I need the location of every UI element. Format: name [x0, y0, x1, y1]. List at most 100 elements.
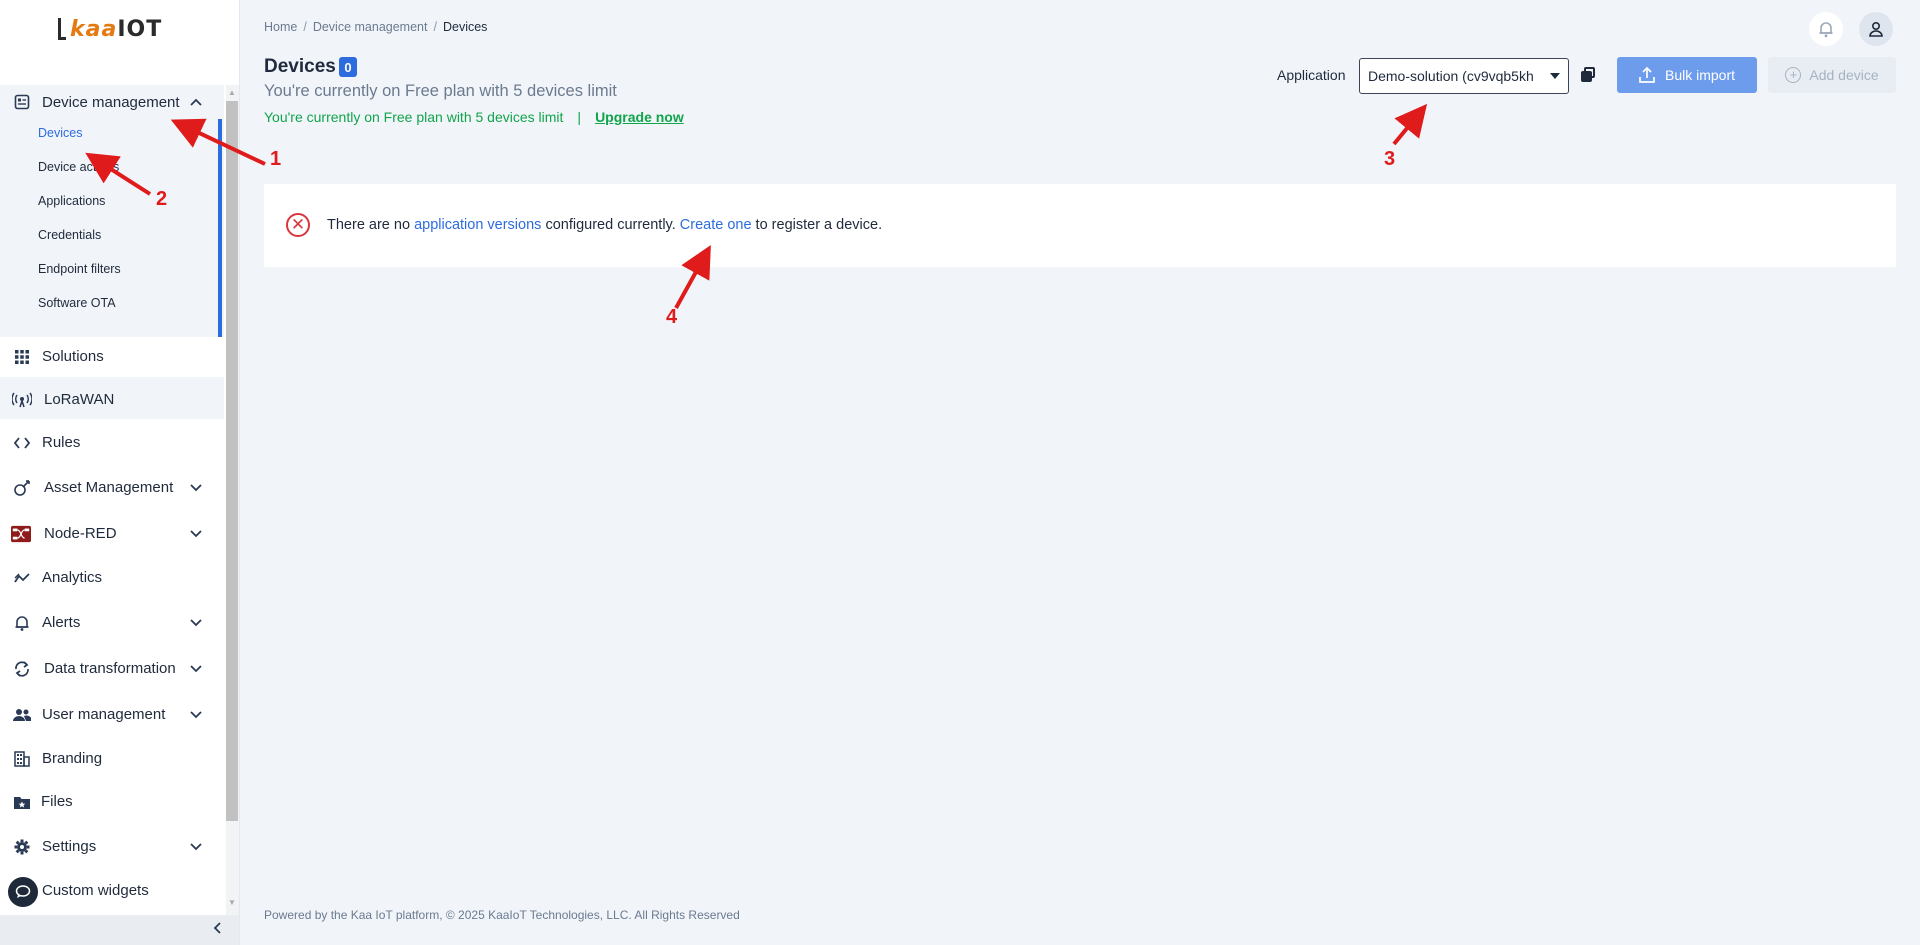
- sidebar-item-label: User management: [42, 706, 166, 723]
- alert-message: There are no application versions config…: [327, 217, 882, 233]
- sidebar-group-device-management[interactable]: Device management: [0, 85, 224, 119]
- alert-text-part: configured currently.: [541, 217, 680, 233]
- sidebar-item-devices[interactable]: Devices: [38, 126, 82, 140]
- scroll-down-icon[interactable]: ▼: [228, 898, 236, 907]
- notifications-button[interactable]: [1809, 12, 1843, 46]
- sidebar-item-settings[interactable]: Settings: [0, 827, 224, 867]
- copy-application-button[interactable]: [1580, 65, 1598, 85]
- application-select[interactable]: Demo-solution (cv9vqb5kh: [1359, 58, 1569, 94]
- sidebar-item-user-management[interactable]: User management: [0, 695, 224, 735]
- analytics-icon: [12, 568, 32, 588]
- breadcrumb-separator: /: [433, 20, 437, 34]
- sidebar-item-credentials[interactable]: Credentials: [38, 228, 101, 242]
- antenna-icon: [12, 390, 32, 410]
- user-menu-button[interactable]: [1859, 12, 1893, 46]
- node-red-icon: [11, 524, 31, 544]
- chevron-down-icon[interactable]: [190, 481, 202, 495]
- sidebar-item-node-red[interactable]: Node-RED: [0, 514, 224, 554]
- sidebar-group-label: Device management: [42, 94, 180, 111]
- plan-notice: You're currently on Free plan with 5 dev…: [264, 109, 684, 125]
- chevron-down-icon[interactable]: [190, 662, 202, 676]
- chevron-down-icon[interactable]: [190, 840, 202, 854]
- add-device-button[interactable]: + Add device: [1768, 57, 1896, 93]
- breadcrumb-separator: /: [303, 20, 307, 34]
- add-device-label: Add device: [1809, 67, 1879, 83]
- error-circle-icon: ✕: [286, 213, 310, 237]
- annotation-number-3: 3: [1384, 148, 1396, 170]
- gear-icon: [12, 837, 32, 857]
- sidebar-divider: [239, 0, 240, 945]
- upgrade-now-link[interactable]: Upgrade now: [595, 109, 684, 125]
- annotation-number-2: 2: [156, 188, 168, 210]
- sidebar-item-label: LoRaWAN: [44, 391, 115, 408]
- sidebar-item-data-transformation[interactable]: Data transformation: [0, 649, 224, 689]
- chevron-up-icon[interactable]: [190, 95, 202, 109]
- sidebar-item-software-ota[interactable]: Software OTA: [38, 296, 116, 310]
- sidebar-item-label: Settings: [42, 838, 97, 855]
- bulk-import-label: Bulk import: [1664, 67, 1736, 83]
- active-group-indicator: [218, 119, 222, 369]
- chevron-down-icon[interactable]: [190, 616, 202, 630]
- sidebar-item-endpoint-filters[interactable]: Endpoint filters: [38, 262, 121, 276]
- sidebar-item-branding[interactable]: Branding: [0, 739, 224, 779]
- page-footer: Powered by the Kaa IoT platform, © 2025 …: [264, 908, 740, 922]
- chevron-down-icon[interactable]: [190, 527, 202, 541]
- page-title: Devices: [264, 56, 336, 77]
- logo-iot-text: IOT: [117, 16, 163, 42]
- sidebar-footer: [0, 915, 239, 945]
- sidebar-item-applications[interactable]: Applications: [38, 194, 105, 208]
- device-count-badge: 0: [339, 57, 357, 77]
- annotation-number-1: 1: [270, 148, 282, 170]
- sidebar-item-device-actions[interactable]: Device actions: [38, 160, 119, 174]
- chat-button[interactable]: [8, 877, 38, 907]
- sidebar-nav: Device management Devices Device actions…: [0, 85, 224, 915]
- application-versions-link[interactable]: application versions: [414, 217, 541, 233]
- sidebar-item-label: Node-RED: [44, 525, 117, 542]
- annotation-arrow-3: [1392, 103, 1428, 146]
- application-select-value: Demo-solution (cv9vqb5kh: [1368, 68, 1534, 84]
- breadcrumb-current: Devices: [442, 20, 488, 34]
- annotation-number-4: 4: [666, 306, 678, 328]
- sidebar-item-label: Alerts: [42, 614, 81, 631]
- sidebar-item-lorawan[interactable]: LoRaWAN: [0, 380, 224, 420]
- sidebar-item-analytics[interactable]: Analytics: [0, 558, 224, 598]
- sidebar-item-label: Custom widgets: [42, 882, 149, 899]
- breadcrumb-home[interactable]: Home: [264, 20, 297, 34]
- sidebar-item-label: Files: [41, 793, 73, 810]
- chevron-left-icon: [213, 922, 221, 934]
- users-icon: [12, 705, 32, 725]
- sidebar-item-alerts[interactable]: Alerts: [0, 603, 224, 643]
- user-icon: [1869, 21, 1883, 37]
- bell-icon: [1819, 22, 1833, 38]
- bulk-import-button[interactable]: Bulk import: [1617, 57, 1757, 93]
- device-management-icon: [12, 92, 32, 112]
- create-one-link[interactable]: Create one: [680, 217, 752, 233]
- plus-circle-icon: +: [1785, 67, 1802, 83]
- breadcrumb: Home / Device management / Devices: [264, 20, 487, 34]
- sidebar-scrollbar-thumb[interactable]: [226, 101, 238, 821]
- scroll-up-icon[interactable]: ▲: [228, 88, 236, 97]
- asset-icon: [12, 478, 32, 498]
- sidebar-item-label: Branding: [42, 750, 103, 767]
- sidebar-item-label: Data transformation: [44, 660, 176, 677]
- sidebar-item-solutions[interactable]: Solutions: [0, 337, 224, 377]
- code-icon: [12, 433, 32, 453]
- sidebar-item-asset-management[interactable]: Asset Management: [0, 468, 224, 508]
- sidebar-item-files[interactable]: Files: [0, 782, 224, 822]
- folder-icon: [12, 792, 32, 812]
- sidebar: kaa IOT Device management Devices Device…: [0, 0, 239, 945]
- sidebar-item-rules[interactable]: Rules: [0, 423, 224, 463]
- breadcrumb-device-management[interactable]: Device management: [313, 20, 428, 34]
- no-application-versions-alert: ✕ There are no application versions conf…: [264, 184, 1896, 267]
- plan-notice-text: You're currently on Free plan with 5 dev…: [264, 109, 564, 125]
- chevron-down-icon[interactable]: [190, 708, 202, 722]
- logo-mark-icon: [58, 18, 66, 40]
- sidebar-item-label: Asset Management: [44, 479, 174, 496]
- kaaiot-logo[interactable]: kaa IOT: [58, 14, 162, 44]
- alert-text-part: There are no: [327, 217, 415, 233]
- sidebar-item-label: Solutions: [42, 348, 104, 365]
- sidebar-item-label: Rules: [42, 434, 81, 451]
- alert-text-part: to register a device.: [751, 217, 883, 233]
- collapse-sidebar-button[interactable]: [213, 921, 221, 938]
- annotation-overlay: [85, 103, 1428, 309]
